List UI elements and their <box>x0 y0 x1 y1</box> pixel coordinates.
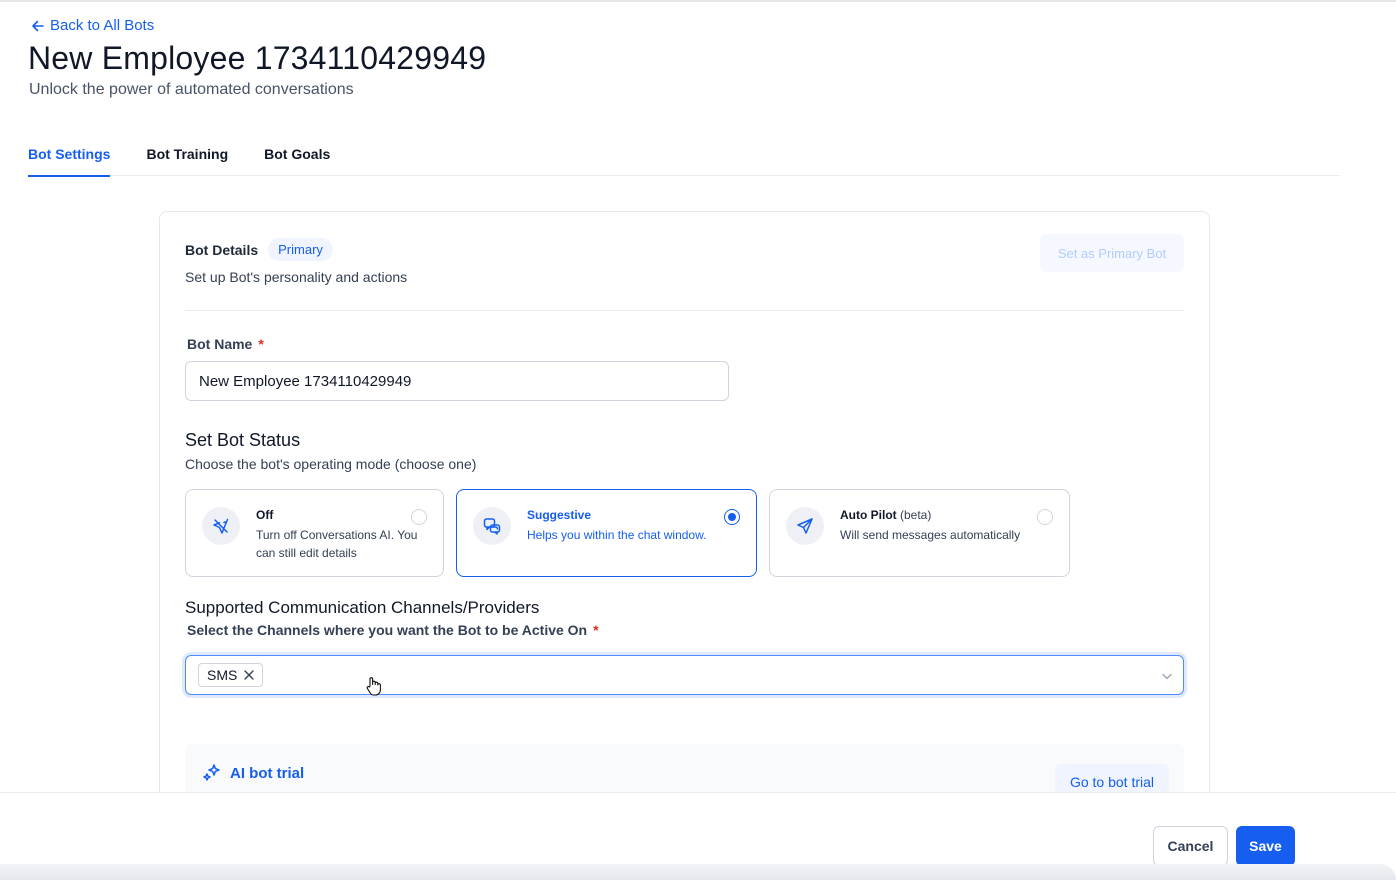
bot-status-subtitle: Choose the bot's operating mode (choose … <box>185 456 477 472</box>
channel-tag-label: SMS <box>207 667 238 683</box>
channels-label-text: Select the Channels where you want the B… <box>187 622 588 638</box>
bot-name-label: Bot Name * <box>187 336 264 352</box>
bottom-edge <box>0 864 1396 880</box>
ai-bot-trial-text: AI bot trial <box>230 764 305 782</box>
tab-bot-settings[interactable]: Bot Settings <box>28 131 111 177</box>
bot-details-card: Bot Details Primary Set up Bot's persona… <box>159 211 1210 851</box>
status-radio-off[interactable] <box>411 509 427 525</box>
status-option-desc: Turn off Conversations AI. You can still… <box>256 528 418 560</box>
status-option-title-text: Off <box>256 508 274 522</box>
chat-bubbles-icon <box>473 507 511 545</box>
status-option-suggestive[interactable]: Suggestive Helps you within the chat win… <box>456 489 757 577</box>
channels-title: Supported Communication Channels/Provide… <box>185 598 540 617</box>
status-option-auto-pilot[interactable]: Auto Pilot (beta) Will send messages aut… <box>769 489 1070 577</box>
tab-bar: Bot Settings Bot Training Bot Goals <box>28 131 1340 177</box>
sparkle-icon <box>203 764 220 781</box>
channels-select[interactable]: SMS <box>185 655 1184 695</box>
channel-tag-sms: SMS <box>198 663 264 687</box>
status-radio-auto-pilot[interactable] <box>1037 509 1053 525</box>
status-option-desc: Will send messages automatically <box>840 528 1021 542</box>
status-option-title: Auto Pilot (beta) <box>840 508 931 522</box>
back-link[interactable]: Back to All Bots <box>30 17 154 34</box>
chevron-down-icon[interactable] <box>1161 670 1173 682</box>
close-icon[interactable] <box>244 670 255 680</box>
tab-bot-training[interactable]: Bot Training <box>146 131 228 176</box>
card-title: Bot Details <box>185 241 259 258</box>
status-option-title: Suggestive <box>527 508 591 522</box>
page-title: New Employee 1734110429949 <box>28 40 487 76</box>
back-link-label: Back to All Bots <box>50 17 155 34</box>
status-radio-suggestive[interactable] <box>724 509 740 525</box>
status-option-desc: Helps you within the chat window. <box>527 528 707 542</box>
save-button[interactable]: Save <box>1236 826 1295 866</box>
card-subtitle: Set up Bot's personality and actions <box>185 269 408 285</box>
beta-label: (beta) <box>900 508 932 522</box>
hand-cursor-icon <box>366 677 381 696</box>
status-option-title-text: Suggestive <box>527 508 592 522</box>
cancel-button[interactable]: Cancel <box>1153 826 1228 866</box>
top-border <box>0 0 1396 2</box>
required-mark: * <box>593 622 599 638</box>
status-option-off[interactable]: Off Turn off Conversations AI. You can s… <box>185 489 444 577</box>
divider <box>185 310 1184 311</box>
no-send-icon <box>202 507 240 545</box>
primary-badge: Primary <box>268 238 333 261</box>
tab-bot-goals[interactable]: Bot Goals <box>264 131 330 176</box>
send-icon <box>786 507 824 545</box>
card-header: Bot Details Primary <box>185 238 333 261</box>
arrow-left-icon <box>32 20 44 31</box>
ai-bot-trial-label: AI bot trial <box>202 763 304 783</box>
status-option-title-text: Auto Pilot <box>840 508 897 522</box>
bot-name-label-text: Bot Name <box>187 336 253 352</box>
set-primary-bot-button[interactable]: Set as Primary Bot <box>1040 234 1184 272</box>
required-mark: * <box>258 336 264 352</box>
bot-status-title: Set Bot Status <box>185 430 301 450</box>
channels-label: Select the Channels where you want the B… <box>187 622 599 638</box>
bot-name-input[interactable] <box>185 361 729 401</box>
status-option-title: Off <box>256 508 273 522</box>
page-subtitle: Unlock the power of automated conversati… <box>29 81 354 98</box>
